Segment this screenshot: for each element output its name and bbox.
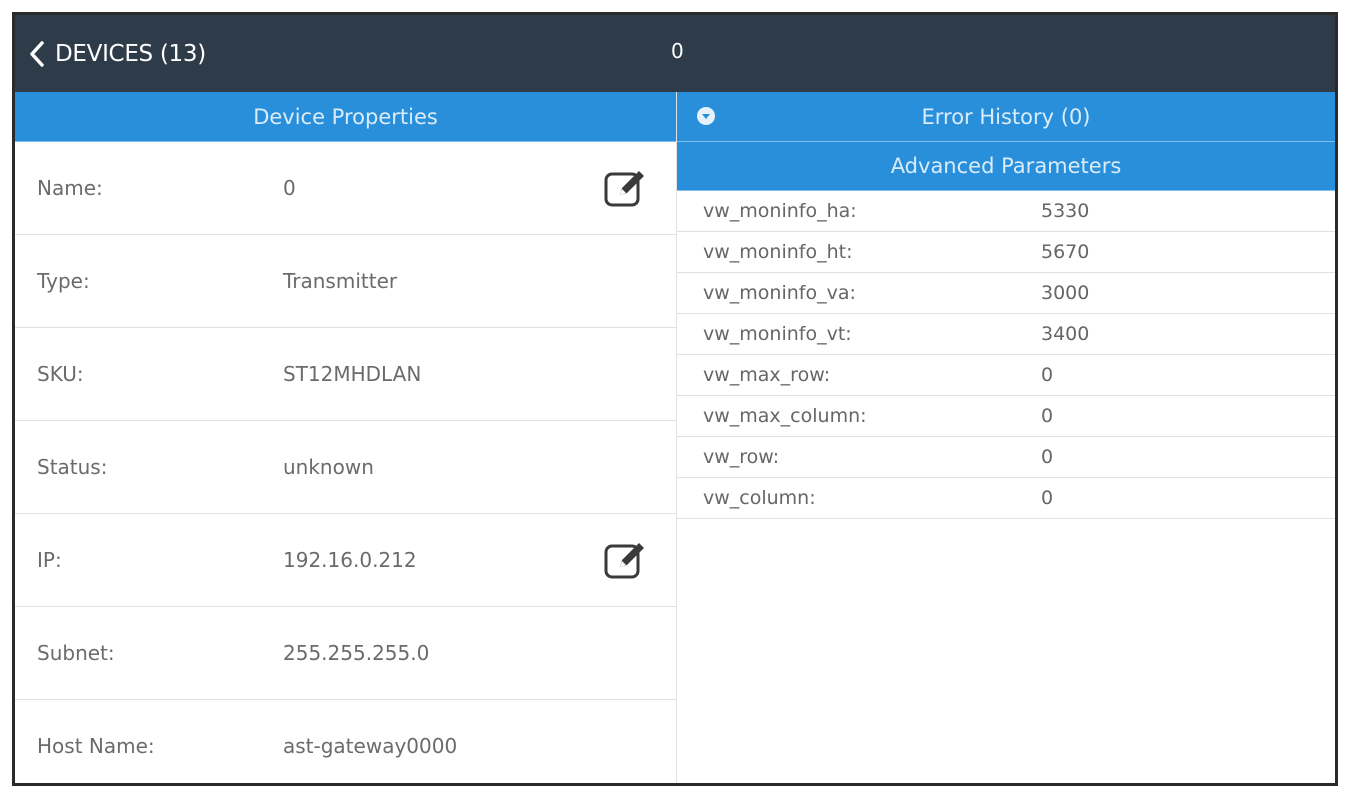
property-row-status: Status: unknown bbox=[15, 421, 676, 514]
property-value: 0 bbox=[283, 176, 296, 200]
param-value: 5670 bbox=[1041, 241, 1090, 263]
device-window: DEVICES (13) 0 Device Properties Name: 0… bbox=[12, 12, 1338, 786]
advanced-parameters-header: Advanced Parameters bbox=[677, 142, 1335, 191]
device-properties-header: Device Properties bbox=[15, 92, 676, 142]
param-value: 0 bbox=[1041, 487, 1054, 509]
top-bar: DEVICES (13) 0 bbox=[15, 15, 1335, 92]
error-history-header[interactable]: Error History (0) bbox=[677, 92, 1335, 142]
property-row-host-name: Host Name: ast-gateway0000 bbox=[15, 700, 676, 783]
right-panel: Error History (0) Advanced Parameters vw… bbox=[677, 92, 1335, 783]
property-value: 192.16.0.212 bbox=[283, 548, 417, 572]
param-row: vw_moninfo_ht: 5670 bbox=[677, 232, 1335, 273]
param-name: vw_row: bbox=[703, 446, 780, 468]
param-row: vw_moninfo_vt: 3400 bbox=[677, 314, 1335, 355]
property-label: Name: bbox=[37, 176, 103, 200]
edit-icon bbox=[604, 171, 644, 207]
param-row: vw_moninfo_va: 3000 bbox=[677, 273, 1335, 314]
param-value: 3400 bbox=[1041, 323, 1090, 345]
param-row: vw_row: 0 bbox=[677, 437, 1335, 478]
property-label: Subnet: bbox=[37, 641, 115, 665]
param-name: vw_moninfo_ht: bbox=[703, 241, 853, 263]
param-value: 0 bbox=[1041, 405, 1054, 427]
param-name: vw_max_column: bbox=[703, 405, 867, 427]
chevron-down-circle-icon bbox=[697, 107, 715, 125]
param-name: vw_max_row: bbox=[703, 364, 831, 386]
edit-ip-button[interactable] bbox=[603, 539, 649, 581]
property-row-subnet: Subnet: 255.255.255.0 bbox=[15, 607, 676, 700]
property-value: ST12MHDLAN bbox=[283, 362, 422, 386]
property-value: 255.255.255.0 bbox=[283, 641, 430, 665]
param-row: vw_moninfo_ha: 5330 bbox=[677, 191, 1335, 232]
param-value: 0 bbox=[1041, 446, 1054, 468]
property-value: Transmitter bbox=[283, 269, 398, 293]
param-name: vw_column: bbox=[703, 487, 816, 509]
property-label: SKU: bbox=[37, 362, 84, 386]
error-history-title: Error History (0) bbox=[921, 104, 1091, 129]
property-label: Type: bbox=[37, 269, 90, 293]
edit-icon bbox=[604, 543, 644, 579]
chevron-left-icon bbox=[30, 41, 44, 67]
param-name: vw_moninfo_ha: bbox=[703, 200, 857, 222]
param-value: 5330 bbox=[1041, 200, 1090, 222]
device-properties-panel: Device Properties Name: 0 Type: Transmit… bbox=[15, 92, 677, 783]
property-value: unknown bbox=[283, 455, 374, 479]
back-to-devices-button[interactable]: DEVICES (13) bbox=[27, 37, 206, 71]
property-label: Status: bbox=[37, 455, 108, 479]
param-value: 0 bbox=[1041, 364, 1054, 386]
param-row: vw_max_column: 0 bbox=[677, 396, 1335, 437]
edit-name-button[interactable] bbox=[603, 167, 649, 209]
back-label: DEVICES (13) bbox=[55, 41, 206, 67]
property-value: ast-gateway0000 bbox=[283, 734, 458, 758]
param-row: vw_column: 0 bbox=[677, 478, 1335, 519]
param-name: vw_moninfo_va: bbox=[703, 282, 856, 304]
param-value: 3000 bbox=[1041, 282, 1090, 304]
param-row: vw_max_row: 0 bbox=[677, 355, 1335, 396]
property-label: IP: bbox=[37, 548, 62, 572]
param-name: vw_moninfo_vt: bbox=[703, 323, 852, 345]
property-row-type: Type: Transmitter bbox=[15, 235, 676, 328]
property-row-name: Name: 0 bbox=[15, 142, 676, 235]
property-row-ip: IP: 192.16.0.212 bbox=[15, 514, 676, 607]
property-row-sku: SKU: ST12MHDLAN bbox=[15, 328, 676, 421]
device-title: 0 bbox=[671, 39, 684, 63]
property-label: Host Name: bbox=[37, 734, 155, 758]
